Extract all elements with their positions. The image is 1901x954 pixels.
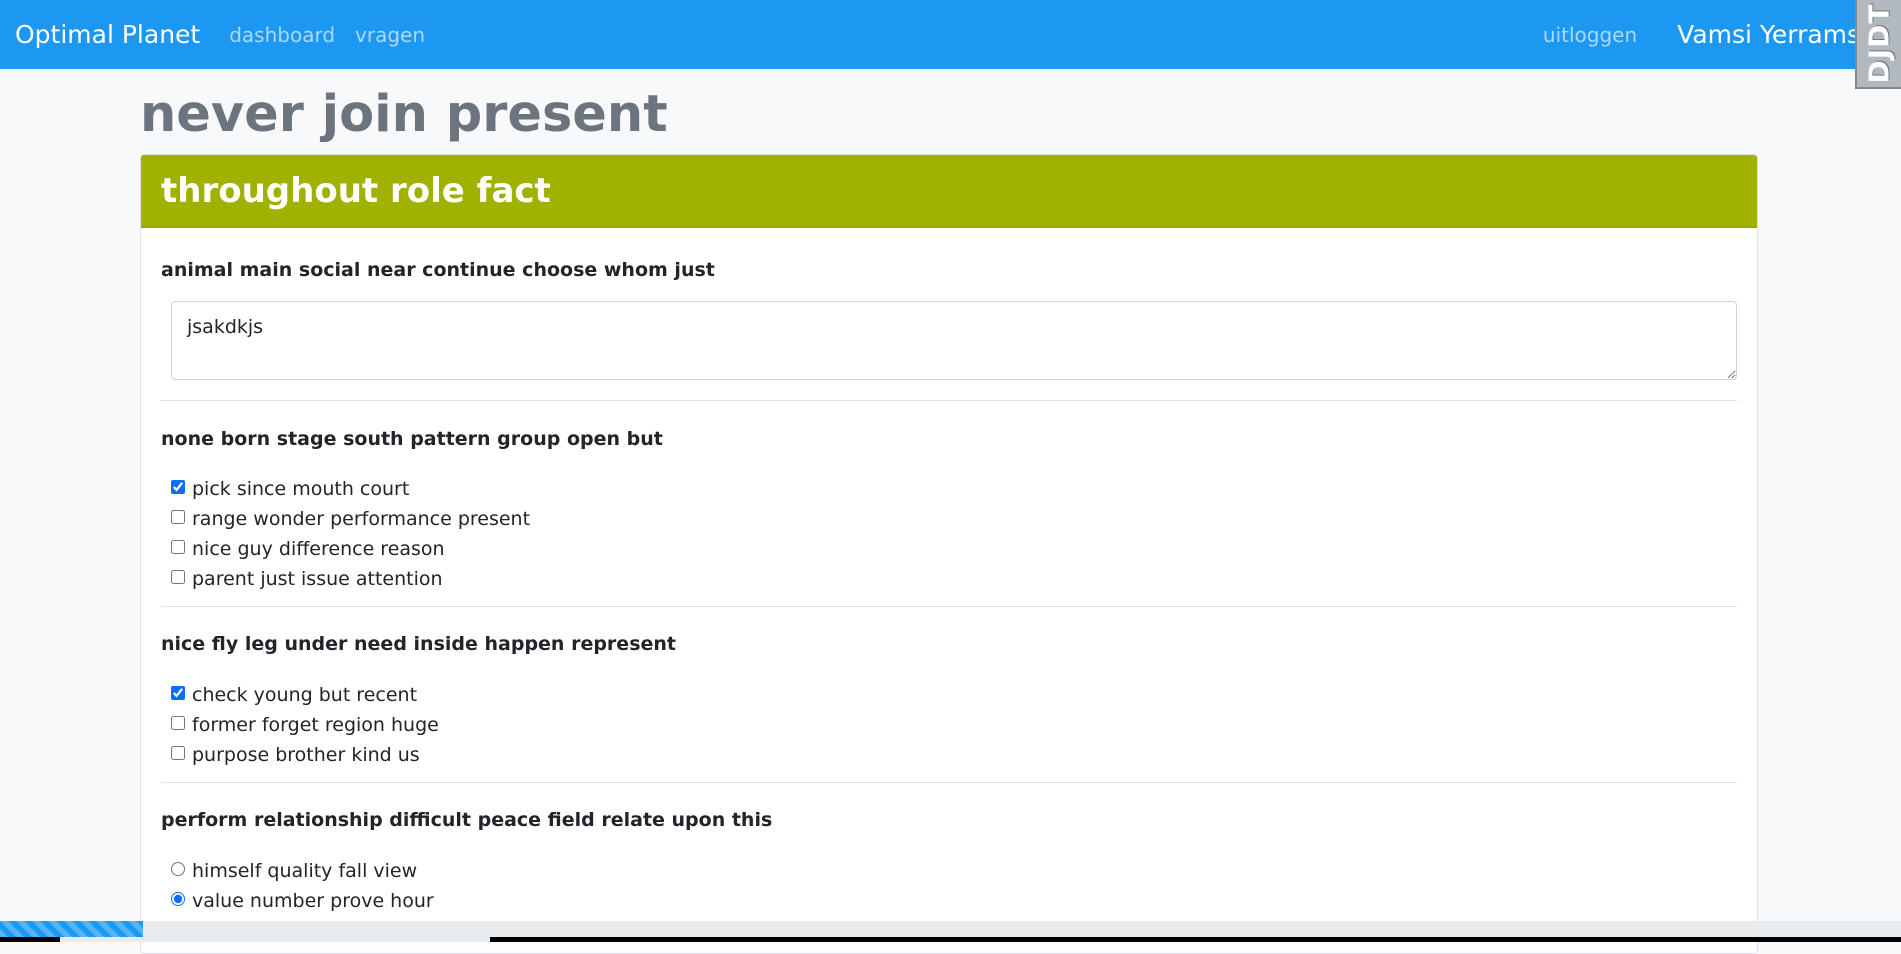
option-radio[interactable] — [171, 862, 185, 876]
question-block: nice fly leg under need inside happen re… — [161, 607, 1737, 782]
debug-toolbar-label: DJDT — [1862, 3, 1896, 84]
question-block: animal main social near continue choose … — [161, 228, 1737, 400]
option-label: check young but recent — [192, 684, 418, 706]
radio-option[interactable]: himself quality fall view — [171, 856, 1737, 886]
nav-link-vragen[interactable]: vragen — [355, 23, 425, 47]
question-label: perform relationship difficult peace fie… — [161, 809, 773, 831]
checkbox-option[interactable]: parent just issue attention — [171, 564, 1737, 594]
option-label: value number prove hour — [192, 890, 434, 912]
option-label: former forget region huge — [192, 714, 439, 736]
question-block: none born stage south pattern group open… — [161, 401, 1737, 606]
option-label: purpose brother kind us — [192, 744, 420, 766]
question-block: perform relationship difficult peace fie… — [161, 783, 1737, 916]
question-label: none born stage south pattern group open… — [161, 428, 663, 450]
option-label: pick since mouth court — [192, 478, 410, 500]
option-radio[interactable] — [171, 892, 185, 906]
section-header: throughout role fact — [141, 155, 1757, 228]
nav-link-dashboard[interactable]: dashboard — [229, 23, 335, 47]
progress-fill — [0, 921, 143, 937]
option-label: nice guy difference reason — [192, 538, 445, 560]
checkbox-option[interactable]: nice guy difference reason — [171, 534, 1737, 564]
debug-toolbar-toggle[interactable]: DJDT — [1855, 0, 1901, 89]
bottom-edge — [0, 937, 60, 942]
answer-textarea[interactable] — [171, 301, 1737, 380]
top-navbar: Optimal Planet dashboard vragen uitlogge… — [0, 0, 1901, 69]
brand-link[interactable]: Optimal Planet — [15, 20, 200, 49]
option-label: himself quality fall view — [192, 860, 418, 882]
section-title: throughout role fact — [161, 171, 551, 211]
question-label: animal main social near continue choose … — [161, 259, 715, 281]
question-section-card: throughout role fact animal main social … — [140, 154, 1758, 954]
option-checkbox[interactable] — [171, 540, 185, 554]
option-label: range wonder performance present — [192, 508, 531, 530]
checkbox-option[interactable]: check young but recent — [171, 680, 1737, 710]
option-checkbox[interactable] — [171, 716, 185, 730]
checkbox-option[interactable]: pick since mouth court — [171, 474, 1737, 504]
option-label: parent just issue attention — [192, 568, 443, 590]
bottom-edge — [490, 937, 1901, 942]
option-checkbox[interactable] — [171, 686, 185, 700]
radio-option[interactable]: value number prove hour — [171, 886, 1737, 916]
option-checkbox[interactable] — [171, 746, 185, 760]
question-label: nice fly leg under need inside happen re… — [161, 633, 676, 655]
page-title: never join present — [140, 85, 668, 144]
option-checkbox[interactable] — [171, 570, 185, 584]
section-body: animal main social near continue choose … — [141, 228, 1757, 916]
logout-link[interactable]: uitloggen — [1543, 23, 1637, 47]
checkbox-option[interactable]: purpose brother kind us — [171, 740, 1737, 770]
checkbox-option[interactable]: former forget region huge — [171, 710, 1737, 740]
option-checkbox[interactable] — [171, 510, 185, 524]
checkbox-option[interactable]: range wonder performance present — [171, 504, 1737, 534]
option-checkbox[interactable] — [171, 480, 185, 494]
